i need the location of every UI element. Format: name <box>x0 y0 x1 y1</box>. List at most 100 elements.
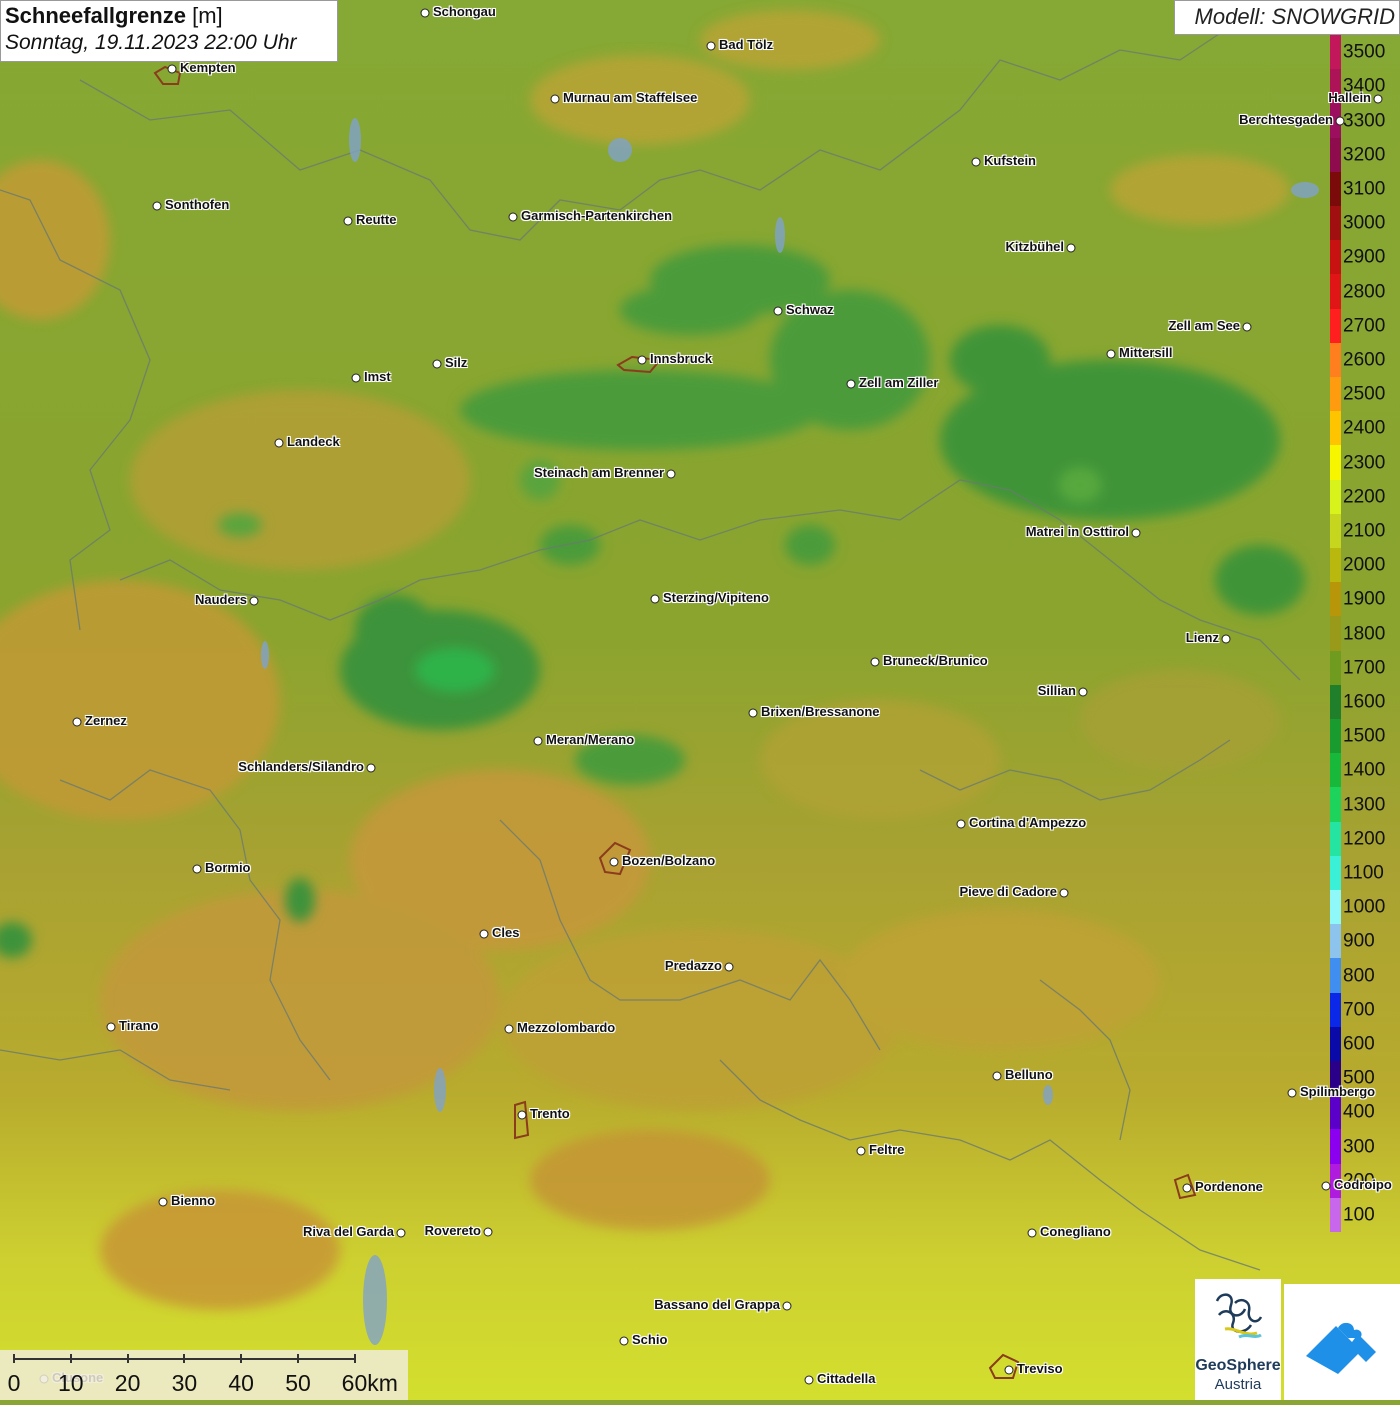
legend-label: 1300 <box>1343 794 1386 815</box>
city-marker-icon <box>504 1024 514 1034</box>
city-label: Pieve di Cadore <box>959 884 1057 899</box>
city-marker-icon <box>72 717 82 727</box>
city-label: Kufstein <box>984 153 1036 168</box>
legend-label: 2800 <box>1343 281 1386 302</box>
city-label: Bruneck/Brunico <box>883 653 988 668</box>
city-label: Murnau am Staffelsee <box>563 90 698 105</box>
city-label: Trento <box>530 1106 570 1121</box>
legend-label: 2500 <box>1343 383 1386 405</box>
city-label: Reutte <box>356 212 397 227</box>
legend-label: 300 <box>1343 1136 1375 1157</box>
legend-swatch <box>1330 445 1341 481</box>
city-label: Zell am Ziller <box>859 375 939 390</box>
scale-label: 10 <box>58 1370 84 1396</box>
city-marker-icon <box>782 1301 792 1311</box>
legend-label: 2200 <box>1343 486 1386 508</box>
city-marker-icon <box>773 306 783 316</box>
city-marker-icon <box>1078 687 1088 697</box>
city-label: Berchtesgaden <box>1239 112 1333 127</box>
city-marker-icon <box>432 359 442 369</box>
city-marker-icon <box>956 819 966 829</box>
legend-label: 900 <box>1343 930 1375 952</box>
legend-swatch <box>1330 206 1341 241</box>
city-marker-icon <box>508 212 518 222</box>
legend-swatch <box>1330 171 1341 207</box>
legend-swatch <box>1330 719 1341 754</box>
city-marker-icon <box>550 94 560 104</box>
legend-label: 3300 <box>1343 110 1386 131</box>
city-marker-icon <box>1131 528 1141 538</box>
scale-label: 40 <box>228 1370 254 1396</box>
geosphere-emblem-icon <box>1215 1293 1263 1339</box>
city-label: Zell am See <box>1168 318 1240 333</box>
legend-swatch <box>1330 821 1341 857</box>
city-marker-icon <box>192 864 202 874</box>
legend-swatch <box>1330 650 1341 686</box>
legend-label: 1700 <box>1343 657 1386 679</box>
legend-label: 600 <box>1343 1033 1375 1055</box>
scale-tick <box>353 1354 356 1363</box>
legend-label: 2600 <box>1343 349 1386 371</box>
legend-label: 2000 <box>1343 554 1386 576</box>
city-marker-icon <box>1335 116 1345 126</box>
city-label: Kitzbühel <box>1005 239 1065 254</box>
city-label: Rovereto <box>424 1223 481 1238</box>
legend-swatch <box>1330 958 1341 994</box>
legend-label: 100 <box>1343 1204 1375 1226</box>
model-label: Modell: SNOWGRID <box>1174 0 1400 35</box>
city-label: Predazzo <box>664 958 722 973</box>
city-marker-icon <box>1321 1181 1331 1191</box>
legend-swatch <box>1330 548 1341 583</box>
legend-swatch <box>1330 479 1341 515</box>
city-label: Cittadella <box>817 1371 876 1386</box>
legend-label: 3500 <box>1343 41 1386 63</box>
city-marker-icon <box>1004 1365 1014 1375</box>
city-label: Silz <box>445 355 468 370</box>
city-marker-icon <box>1373 94 1383 104</box>
scale-label: 20 <box>114 1370 141 1396</box>
map-datetime: Sonntag, 19.11.2023 22:00 Uhr <box>5 31 297 54</box>
city-label: Matrei in Osttirol <box>1025 524 1129 539</box>
color-legend: 3500 3400 3300 3200 3100 3000 2900 2800 2700 2600… <box>1330 35 1400 1233</box>
city-label: Nauders <box>194 592 247 607</box>
scale-label: 60km <box>341 1370 398 1396</box>
city-label: Tirano <box>119 1018 159 1033</box>
city-marker-icon <box>106 1022 116 1032</box>
logo-text-geosphere: GeoSphere <box>1195 1357 1281 1374</box>
city-marker-icon <box>706 41 716 51</box>
city-label: Treviso <box>1017 1361 1063 1376</box>
city-marker-icon <box>748 708 758 718</box>
city-marker-icon <box>637 355 647 365</box>
city-marker-icon <box>804 1375 814 1385</box>
city-label: Innsbruck <box>650 351 713 366</box>
city-marker-icon <box>1242 322 1252 332</box>
city-marker-icon <box>420 8 430 18</box>
city-marker-icon <box>870 657 880 667</box>
legend-label: 1100 <box>1343 862 1384 884</box>
legend-label: 1000 <box>1343 896 1386 918</box>
city-label: Meran/Merano <box>546 732 635 747</box>
city-marker-icon <box>152 201 162 211</box>
app-logo <box>1284 1284 1400 1400</box>
city-marker-icon <box>856 1146 866 1156</box>
city-label: Kempten <box>180 60 236 75</box>
legend-swatch <box>1330 240 1341 275</box>
legend-label: 1400 <box>1343 759 1386 781</box>
city-label: Schwaz <box>786 302 834 317</box>
legend-label: 3100 <box>1343 178 1386 200</box>
legend-swatch <box>1330 616 1341 652</box>
legend-swatch <box>1330 1129 1341 1165</box>
city-marker-icon <box>517 1110 527 1120</box>
legend-label: 1600 <box>1343 691 1386 713</box>
map-title: Schneefallgrenze [m] <box>5 3 223 28</box>
city-label: Lienz <box>1185 630 1219 645</box>
scale-tick <box>13 1354 15 1363</box>
city-marker-icon <box>1066 243 1076 253</box>
legend-label: 1500 <box>1343 725 1386 747</box>
legend-swatch <box>1330 513 1341 549</box>
city-label: Bienno <box>171 1193 216 1208</box>
legend-swatch <box>1330 137 1341 173</box>
legend-label: 400 <box>1343 1101 1375 1123</box>
city-label: Cles <box>492 925 520 940</box>
city-marker-icon <box>351 373 361 383</box>
